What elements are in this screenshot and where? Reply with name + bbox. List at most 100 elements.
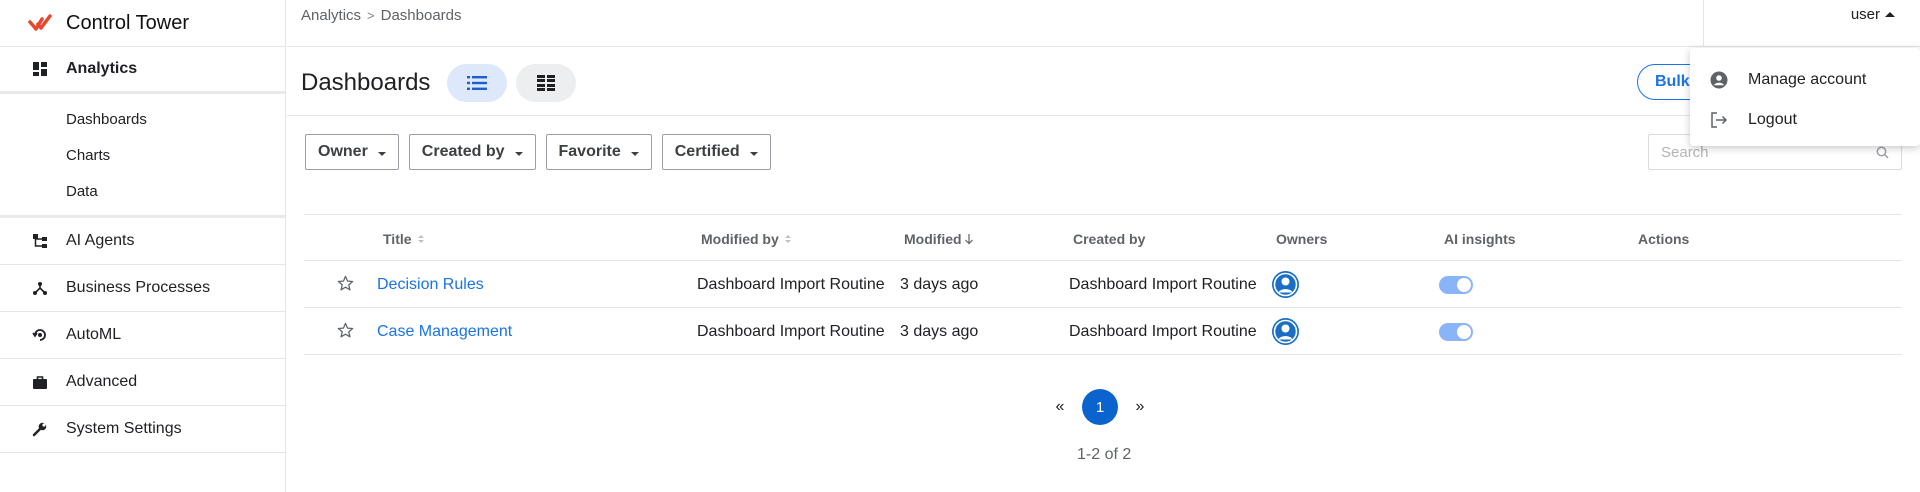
dashboard-title-link[interactable]: Decision Rules	[377, 276, 484, 294]
account-circle-icon	[1708, 71, 1730, 89]
column-label: Actions	[1638, 231, 1690, 247]
person-icon	[1273, 272, 1298, 297]
filter-owner[interactable]: Owner	[305, 134, 399, 170]
cell-modified: 3 days ago	[900, 323, 979, 340]
sidebar: Control Tower Analytics Dashboards Chart…	[0, 0, 286, 492]
chevron-right-icon: >	[367, 8, 375, 23]
logout-icon	[1708, 111, 1730, 129]
sidebar-item-system-settings[interactable]: System Settings	[0, 406, 285, 453]
cell-modified-by: Dashboard Import Routine	[697, 276, 885, 293]
column-label: Created by	[1073, 231, 1146, 247]
column-label: AI insights	[1444, 231, 1516, 247]
sort-icon	[784, 235, 791, 243]
breadcrumb-analytics[interactable]: Analytics	[301, 7, 361, 24]
filter-label: Created by	[421, 143, 505, 160]
star-icon[interactable]	[336, 274, 355, 293]
menu-item-logout[interactable]: Logout	[1690, 100, 1920, 140]
sidebar-item-label: Advanced	[66, 373, 138, 390]
dashboard-title-link[interactable]: Case Management	[377, 323, 512, 341]
menu-item-label: Manage account	[1748, 71, 1867, 88]
table-row: Case Management Dashboard Import Routine…	[304, 308, 1902, 355]
list-icon	[467, 76, 487, 90]
user-dropdown-menu: Manage account Logout	[1690, 48, 1920, 146]
cell-created-by: Dashboard Import Routine	[1069, 323, 1257, 340]
caret-up-icon	[1885, 12, 1895, 17]
sidebar-subitem-data[interactable]: Data	[0, 173, 285, 209]
analytics-submenu: Dashboards Charts Data	[0, 94, 285, 218]
sidebar-item-ai-agents[interactable]: AI Agents	[0, 218, 285, 265]
filter-bar: Owner Created by Favorite Certified	[305, 134, 771, 170]
ai-insights-toggle[interactable]	[1439, 323, 1473, 341]
pagination: « 1 »	[1050, 389, 1150, 425]
brand-logo-icon	[28, 14, 52, 31]
briefcase-icon	[30, 372, 50, 392]
sidebar-item-business-processes[interactable]: Business Processes	[0, 265, 285, 312]
caret-down-icon	[377, 152, 386, 156]
ai-insights-toggle[interactable]	[1439, 276, 1473, 294]
dashboards-table: Title Modified by Modified Created by Ow…	[304, 214, 1902, 355]
column-header-ai-insights: AI insights	[1444, 231, 1516, 247]
page-title: Dashboards	[301, 69, 431, 96]
list-view-button[interactable]	[447, 64, 507, 102]
wrench-icon	[30, 419, 50, 439]
filter-favorite[interactable]: Favorite	[545, 134, 652, 170]
grid-icon	[537, 75, 555, 91]
filter-label: Certified	[674, 143, 740, 160]
brand-name: Control Tower	[66, 11, 190, 34]
column-label: Modified	[904, 231, 962, 247]
sidebar-item-label: AutoML	[66, 326, 122, 343]
filter-created-by[interactable]: Created by	[408, 134, 536, 170]
hierarchy-icon	[30, 231, 50, 251]
column-header-actions: Actions	[1638, 231, 1689, 247]
star-icon[interactable]	[336, 321, 355, 340]
search-icon[interactable]	[1876, 146, 1889, 159]
user-name: user	[1850, 6, 1880, 23]
sidebar-item-advanced[interactable]: Advanced	[0, 359, 285, 406]
breadcrumb-dashboards: Dashboards	[380, 7, 462, 24]
dashboard-icon	[30, 59, 50, 79]
column-label: Title	[383, 231, 412, 247]
column-label: Modified by	[701, 231, 779, 247]
filter-certified[interactable]: Certified	[661, 134, 771, 170]
caret-down-icon	[514, 152, 523, 156]
filter-label: Owner	[318, 143, 368, 160]
sidebar-subitem-dashboards[interactable]: Dashboards	[0, 101, 285, 137]
brand[interactable]: Control Tower	[0, 0, 285, 47]
menu-item-label: Logout	[1748, 111, 1797, 128]
sidebar-item-label: Analytics	[66, 60, 138, 77]
user-menu-area: user	[1703, 0, 1920, 47]
column-header-created-by: Created by	[1073, 231, 1145, 247]
owner-avatar[interactable]	[1272, 318, 1299, 345]
sidebar-item-automl[interactable]: AutoML	[0, 312, 285, 359]
user-menu-button[interactable]: user	[1851, 6, 1895, 23]
page-number-current[interactable]: 1	[1082, 389, 1118, 425]
page-header: Dashboards Bulk	[287, 48, 1920, 116]
automl-icon	[30, 325, 50, 345]
sidebar-subitem-charts[interactable]: Charts	[0, 137, 285, 173]
cell-modified-by: Dashboard Import Routine	[697, 323, 885, 340]
filter-label: Favorite	[558, 143, 621, 160]
column-header-modified-by[interactable]: Modified by	[701, 231, 791, 247]
table-header: Title Modified by Modified Created by Ow…	[304, 214, 1902, 261]
cell-created-by: Dashboard Import Routine	[1069, 276, 1257, 293]
caret-down-icon	[749, 152, 758, 156]
column-header-title[interactable]: Title	[383, 231, 424, 247]
cell-modified: 3 days ago	[900, 276, 979, 293]
sidebar-item-analytics[interactable]: Analytics	[0, 47, 285, 94]
caret-down-icon	[630, 152, 639, 156]
column-header-owners: Owners	[1276, 231, 1327, 247]
grid-view-button[interactable]	[516, 64, 576, 102]
owner-avatar[interactable]	[1272, 271, 1299, 298]
next-page-button[interactable]: »	[1130, 398, 1150, 416]
arrow-down-icon	[964, 234, 973, 245]
sidebar-item-label: AI Agents	[66, 232, 135, 249]
person-icon	[1273, 319, 1298, 344]
menu-item-manage-account[interactable]: Manage account	[1690, 60, 1920, 100]
prev-page-button[interactable]: «	[1050, 398, 1070, 416]
sidebar-item-label: System Settings	[66, 420, 182, 437]
sidebar-item-label: Business Processes	[66, 279, 211, 296]
column-header-modified[interactable]: Modified	[904, 231, 974, 247]
table-row: Decision Rules Dashboard Import Routine …	[304, 261, 1902, 308]
top-bar: Analytics > Dashboards user	[287, 0, 1920, 47]
page-count: 1-2 of 2	[1077, 446, 1132, 463]
